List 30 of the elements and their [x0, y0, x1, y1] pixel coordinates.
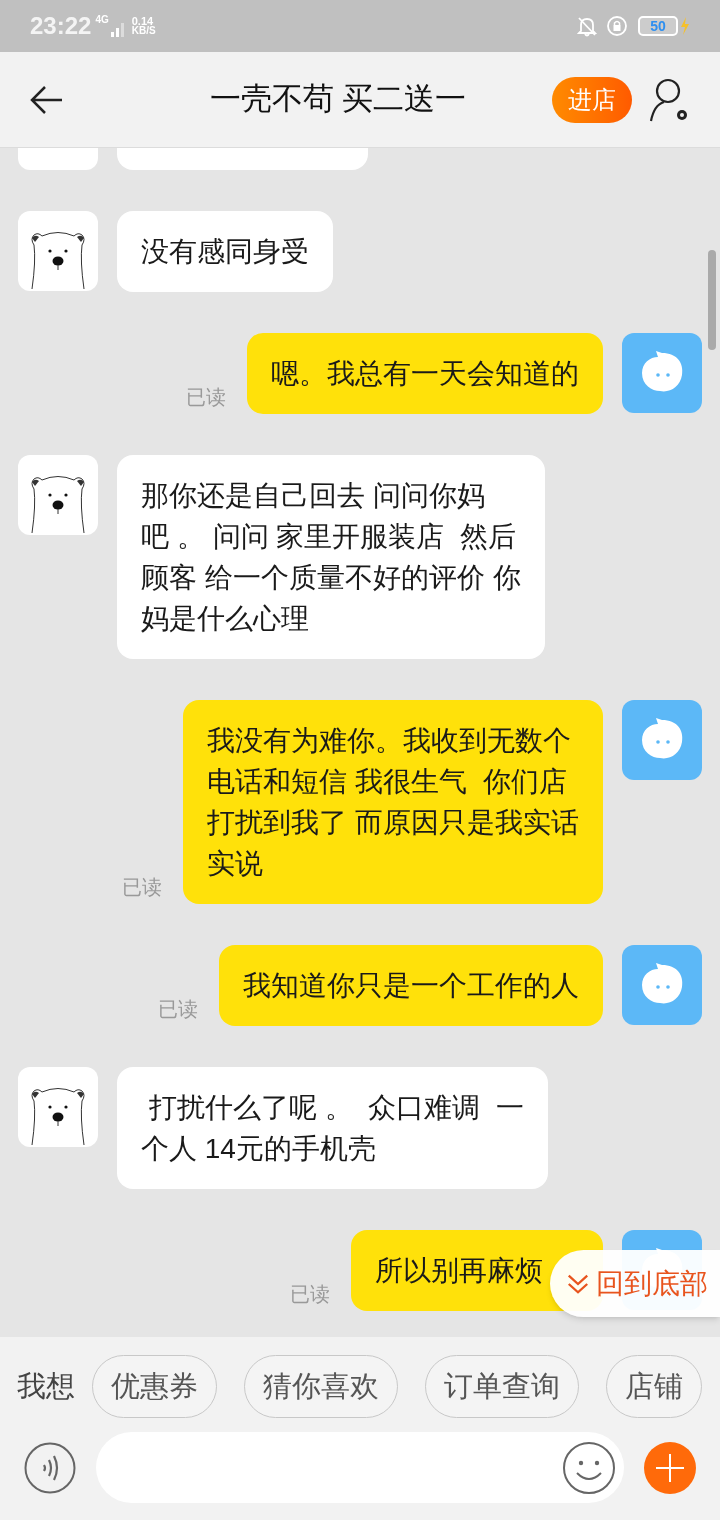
quick-reply-chip[interactable]: 订单查询 — [425, 1355, 579, 1418]
signal-icon — [109, 21, 126, 37]
message-text: 所以别再麻烦 — [375, 1254, 544, 1288]
message-text: 我知道你只是一个工作的人 — [243, 969, 579, 1003]
message-text: 没有感同身受 — [141, 235, 309, 269]
read-receipt: 已读 — [186, 385, 226, 410]
quick-reply-chip[interactable]: 优惠券 — [92, 1355, 217, 1418]
network-speed: 0.14 — [131, 16, 154, 26]
back-arrow-icon[interactable] — [30, 84, 64, 115]
voice-input-icon[interactable] — [24, 1441, 76, 1494]
message-text: 我没有为难你。我收到无数个 电话和短信 我很生气 你们店 打扰到我了 而原因只是我实话 实说 — [207, 724, 579, 881]
bell-muted-icon — [576, 15, 598, 37]
jump-to-bottom-button[interactable]: 回到底部 — [550, 1250, 720, 1317]
speed-unit: KB/S — [131, 26, 156, 36]
rotation-lock-icon — [606, 15, 628, 37]
quick-reply-chip[interactable]: 猜你喜欢 — [244, 1355, 398, 1418]
message-text: 嗯。我总有一天会知道的 — [271, 357, 579, 391]
quick-reply-chip[interactable]: 店铺 — [606, 1355, 702, 1418]
read-receipt: 已读 — [158, 997, 198, 1022]
quick-reply-label: 我想 — [17, 1368, 75, 1404]
message-text: 那你还是自己回去 问问你妈 吧 。 问问 家里开服装店 然后 顾客 给一个质量不好的评价 你 妈是什么心理 — [141, 479, 521, 636]
network-type: 4G — [95, 13, 109, 27]
user-settings-icon[interactable] — [648, 76, 690, 123]
plus-icon[interactable] — [644, 1441, 696, 1494]
message-text: 打扰什么了呢 。 众口难调 一 个人 14元的手机壳 — [141, 1091, 524, 1166]
shop-title: 一壳不苟 买二送一 — [209, 80, 467, 119]
read-receipt: 已读 — [122, 875, 163, 900]
read-receipt: 已读 — [290, 1282, 330, 1307]
battery-indicator: 50 — [638, 16, 678, 36]
emoji-icon[interactable] — [562, 1440, 616, 1495]
